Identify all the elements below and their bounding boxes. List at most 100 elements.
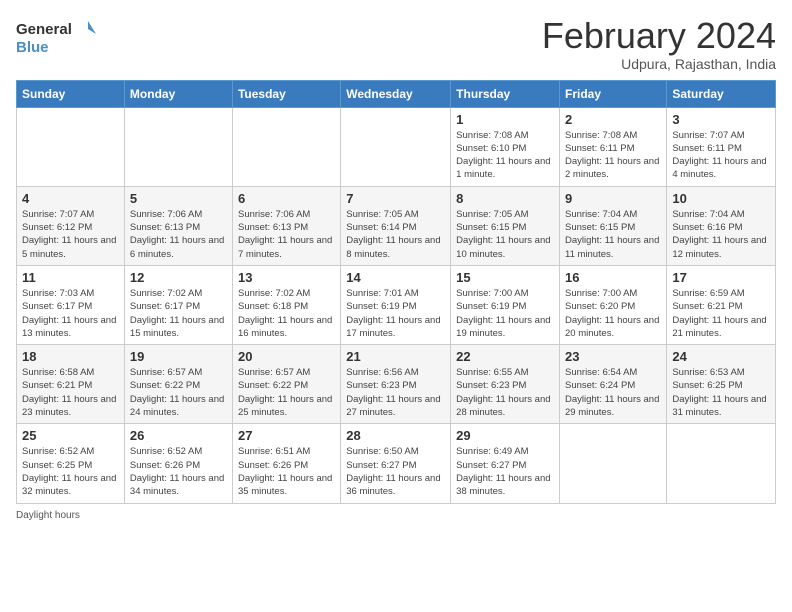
day-number: 22 [456,349,554,364]
day-info: Sunrise: 6:57 AM Sunset: 6:22 PM Dayligh… [238,366,335,419]
calendar-day-header: Tuesday [232,80,340,107]
day-number: 7 [346,191,445,206]
calendar-cell [17,107,125,186]
day-number: 14 [346,270,445,285]
day-info: Sunrise: 7:04 AM Sunset: 6:16 PM Dayligh… [672,208,770,261]
day-number: 21 [346,349,445,364]
day-number: 9 [565,191,661,206]
day-info: Sunrise: 6:51 AM Sunset: 6:26 PM Dayligh… [238,445,335,498]
day-number: 24 [672,349,770,364]
day-info: Sunrise: 7:02 AM Sunset: 6:18 PM Dayligh… [238,287,335,340]
daylight-label: Daylight hours [16,510,80,521]
day-info: Sunrise: 6:52 AM Sunset: 6:25 PM Dayligh… [22,445,119,498]
calendar-cell: 13 Sunrise: 7:02 AM Sunset: 6:18 PM Dayli… [232,265,340,344]
day-number: 6 [238,191,335,206]
calendar-cell [667,424,776,503]
day-number: 20 [238,349,335,364]
calendar-cell [232,107,340,186]
day-number: 2 [565,112,661,127]
day-number: 3 [672,112,770,127]
day-info: Sunrise: 7:05 AM Sunset: 6:15 PM Dayligh… [456,208,554,261]
calendar-cell: 2Sunrise: 7:08 AM Sunset: 6:11 PM Daylig… [560,107,667,186]
calendar-cell: 11 Sunrise: 7:03 AM Sunset: 6:17 PM Dayli… [17,265,125,344]
day-number: 25 [22,428,119,443]
day-number: 17 [672,270,770,285]
calendar-week-row: 25 Sunrise: 6:52 AM Sunset: 6:25 PM Dayli… [17,424,776,503]
calendar-cell: 16 Sunrise: 7:00 AM Sunset: 6:20 PM Dayli… [560,265,667,344]
day-number: 16 [565,270,661,285]
calendar-cell: 6 Sunrise: 7:06 AM Sunset: 6:13 PM Daylig… [232,186,340,265]
calendar-header-row: SundayMondayTuesdayWednesdayThursdayFrid… [17,80,776,107]
title-area: February 2024 Udpura, Rajasthan, India [542,16,776,72]
calendar-cell: 22Sunrise: 6:55 AM Sunset: 6:23 PM Dayli… [451,345,560,424]
calendar-cell: 12 Sunrise: 7:02 AM Sunset: 6:17 PM Dayli… [124,265,232,344]
day-number: 23 [565,349,661,364]
day-info: Sunrise: 6:49 AM Sunset: 6:27 PM Dayligh… [456,445,554,498]
day-info: Sunrise: 7:07 AM Sunset: 6:11 PM Dayligh… [672,129,770,182]
day-number: 19 [130,349,227,364]
calendar-day-header: Monday [124,80,232,107]
day-info: Sunrise: 6:53 AM Sunset: 6:25 PM Dayligh… [672,366,770,419]
calendar-day-header: Thursday [451,80,560,107]
day-info: Sunrise: 7:02 AM Sunset: 6:17 PM Dayligh… [130,287,227,340]
month-title: February 2024 [542,16,776,56]
day-info: Sunrise: 6:56 AM Sunset: 6:23 PM Dayligh… [346,366,445,419]
calendar-cell: 17 Sunrise: 6:59 AM Sunset: 6:21 PM Dayli… [667,265,776,344]
day-info: Sunrise: 6:54 AM Sunset: 6:24 PM Dayligh… [565,366,661,419]
day-info: Sunrise: 6:57 AM Sunset: 6:22 PM Dayligh… [130,366,227,419]
calendar-week-row: 11 Sunrise: 7:03 AM Sunset: 6:17 PM Dayli… [17,265,776,344]
calendar-cell: 25 Sunrise: 6:52 AM Sunset: 6:25 PM Dayli… [17,424,125,503]
day-info: Sunrise: 7:00 AM Sunset: 6:20 PM Dayligh… [565,287,661,340]
day-number: 13 [238,270,335,285]
day-info: Sunrise: 7:04 AM Sunset: 6:15 PM Dayligh… [565,208,661,261]
day-number: 26 [130,428,227,443]
day-info: Sunrise: 7:07 AM Sunset: 6:12 PM Dayligh… [22,208,119,261]
day-number: 12 [130,270,227,285]
calendar-week-row: 1 Sunrise: 7:08 AM Sunset: 6:10 PM Daylig… [17,107,776,186]
calendar-cell: 4 Sunrise: 7:07 AM Sunset: 6:12 PM Daylig… [17,186,125,265]
calendar-cell: 23 Sunrise: 6:54 AM Sunset: 6:24 PM Dayli… [560,345,667,424]
day-info: Sunrise: 6:58 AM Sunset: 6:21 PM Dayligh… [22,366,119,419]
calendar-cell: 5Sunrise: 7:06 AM Sunset: 6:13 PM Daylig… [124,186,232,265]
day-info: Sunrise: 6:52 AM Sunset: 6:26 PM Dayligh… [130,445,227,498]
day-number: 1 [456,112,554,127]
day-number: 28 [346,428,445,443]
calendar-week-row: 18 Sunrise: 6:58 AM Sunset: 6:21 PM Dayli… [17,345,776,424]
calendar-cell [560,424,667,503]
day-info: Sunrise: 7:01 AM Sunset: 6:19 PM Dayligh… [346,287,445,340]
calendar-cell: 20 Sunrise: 6:57 AM Sunset: 6:22 PM Dayli… [232,345,340,424]
day-info: Sunrise: 7:05 AM Sunset: 6:14 PM Dayligh… [346,208,445,261]
calendar-cell: 27Sunrise: 6:51 AM Sunset: 6:26 PM Dayli… [232,424,340,503]
day-info: Sunrise: 7:03 AM Sunset: 6:17 PM Dayligh… [22,287,119,340]
calendar-cell: 18 Sunrise: 6:58 AM Sunset: 6:21 PM Dayli… [17,345,125,424]
day-number: 10 [672,191,770,206]
calendar-cell: 29 Sunrise: 6:49 AM Sunset: 6:27 PM Dayli… [451,424,560,503]
day-number: 29 [456,428,554,443]
location-subtitle: Udpura, Rajasthan, India [542,56,776,72]
calendar-body: 1 Sunrise: 7:08 AM Sunset: 6:10 PM Daylig… [17,107,776,503]
calendar-day-header: Saturday [667,80,776,107]
svg-text:General: General [16,21,72,38]
day-number: 11 [22,270,119,285]
day-number: 4 [22,191,119,206]
calendar-cell: 21 Sunrise: 6:56 AM Sunset: 6:23 PM Dayli… [341,345,451,424]
calendar-cell: 7 Sunrise: 7:05 AM Sunset: 6:14 PM Daylig… [341,186,451,265]
day-info: Sunrise: 7:08 AM Sunset: 6:10 PM Dayligh… [456,129,554,182]
day-info: Sunrise: 7:06 AM Sunset: 6:13 PM Dayligh… [238,208,335,261]
calendar-week-row: 4 Sunrise: 7:07 AM Sunset: 6:12 PM Daylig… [17,186,776,265]
calendar-cell: 15Sunrise: 7:00 AM Sunset: 6:19 PM Dayli… [451,265,560,344]
calendar-cell [124,107,232,186]
calendar-day-header: Wednesday [341,80,451,107]
day-number: 8 [456,191,554,206]
calendar-table: SundayMondayTuesdayWednesdayThursdayFrid… [16,80,776,504]
day-info: Sunrise: 6:50 AM Sunset: 6:27 PM Dayligh… [346,445,445,498]
logo: General Blue [16,16,96,60]
calendar-cell: 28 Sunrise: 6:50 AM Sunset: 6:27 PM Dayli… [341,424,451,503]
calendar-cell: 9 Sunrise: 7:04 AM Sunset: 6:15 PM Daylig… [560,186,667,265]
day-info: Sunrise: 6:59 AM Sunset: 6:21 PM Dayligh… [672,287,770,340]
calendar-cell: 19 Sunrise: 6:57 AM Sunset: 6:22 PM Dayli… [124,345,232,424]
day-number: 5 [130,191,227,206]
day-number: 18 [22,349,119,364]
day-info: Sunrise: 7:00 AM Sunset: 6:19 PM Dayligh… [456,287,554,340]
calendar-day-header: Sunday [17,80,125,107]
